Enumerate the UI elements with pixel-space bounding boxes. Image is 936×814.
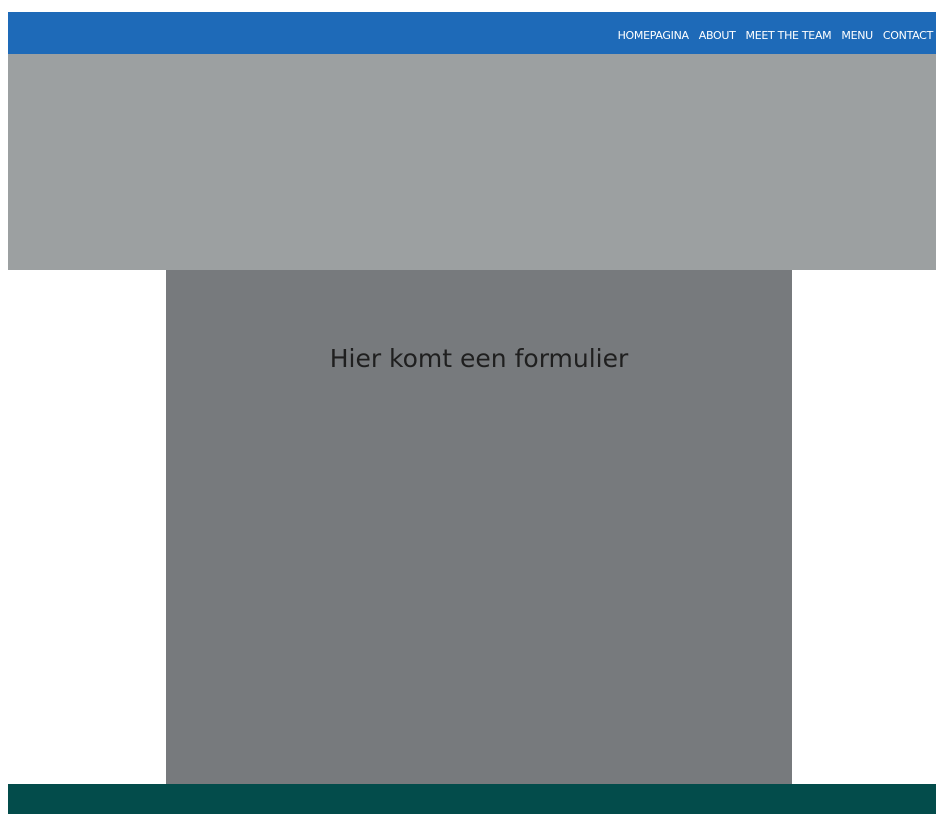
page: HOMEPAGINA ABOUT MEET THE TEAM MENU CONT… (0, 0, 936, 814)
nav-item-meet-the-team: MEET THE TEAM (746, 24, 832, 43)
nav-link-about[interactable]: ABOUT (699, 29, 736, 42)
navbar: HOMEPAGINA ABOUT MEET THE TEAM MENU CONT… (8, 12, 936, 54)
nav-item-menu: MENU (841, 24, 873, 43)
nav-item-about: ABOUT (699, 24, 736, 43)
hero-banner (8, 54, 936, 270)
nav-link-meet-the-team[interactable]: MEET THE TEAM (746, 29, 832, 42)
nav-link-menu[interactable]: MENU (841, 29, 873, 42)
footer (8, 784, 936, 814)
form-panel: Hier komt een formulier (166, 270, 792, 784)
form-placeholder-heading: Hier komt een formulier (329, 344, 629, 373)
nav-menu: HOMEPAGINA ABOUT MEET THE TEAM MENU CONT… (618, 12, 936, 54)
nav-item-homepagina: HOMEPAGINA (618, 24, 689, 43)
nav-item-contact: CONTACT (883, 24, 933, 43)
nav-link-homepagina[interactable]: HOMEPAGINA (618, 29, 689, 42)
nav-link-contact[interactable]: CONTACT (883, 29, 933, 42)
